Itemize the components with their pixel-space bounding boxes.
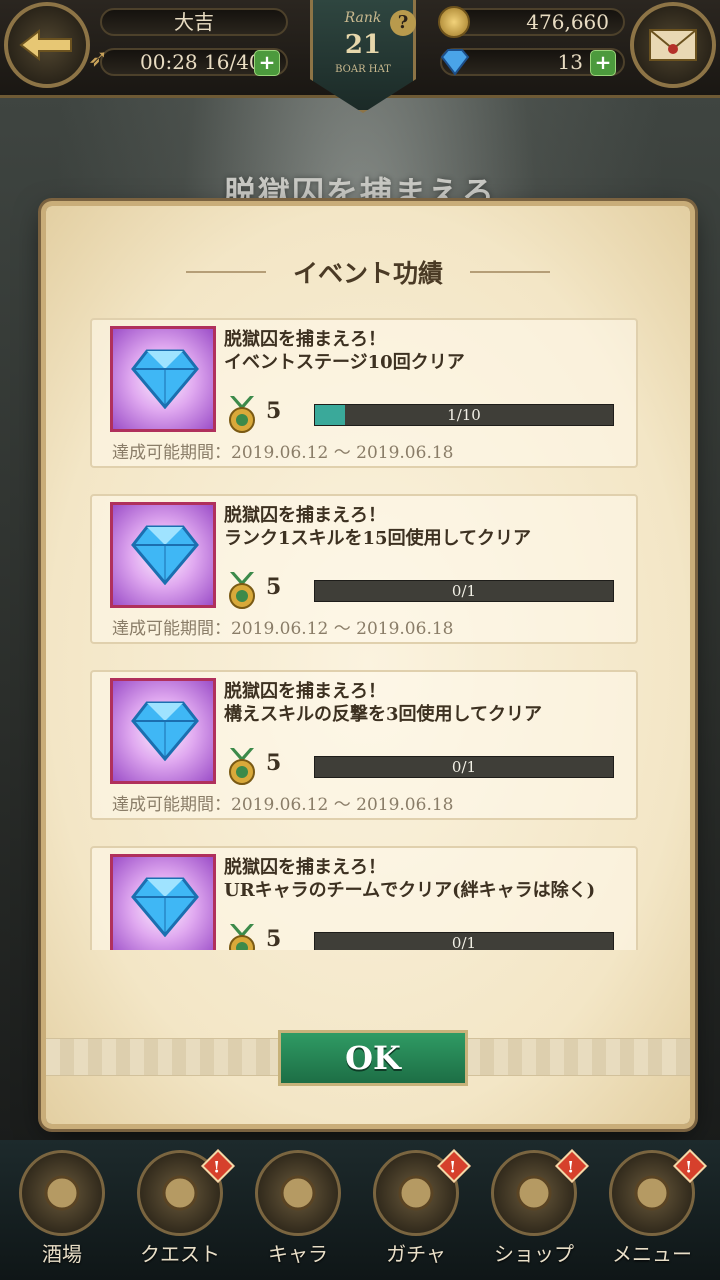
achievement-description: ランク1スキルを15回使用してクリア [224,528,532,549]
alert-mark: ! [685,1157,693,1177]
bottom-navigation: 酒場 クエスト ! キャラ ガチャ ! ショップ ! メニュー ! [0,1140,720,1280]
achievement-list[interactable]: 脱獄囚を捕まえろ！ イベントステージ10回クリア 5 1/10 達成可能期間：2… [90,318,638,950]
nav-item[interactable]: クエスト ! [124,1149,236,1267]
nav-item[interactable]: ガチャ ! [360,1149,472,1267]
achievement-text: 脱獄囚を捕まえろ！ ランク1スキルを15回使用してクリア [224,504,531,550]
reward-count: 5 [266,574,282,600]
achievement-period: 達成可能期間：2019.06.12 ～ 2019.06.18 [112,443,454,463]
back-button[interactable] [4,2,90,88]
achievement-item: 脱獄囚を捕まえろ！ イベントステージ10回クリア 5 1/10 達成可能期間：2… [90,318,638,468]
nav-item[interactable]: 酒場 [6,1150,118,1267]
achievement-description: URキャラのチームでクリア(絆キャラは除く) [224,880,596,901]
player-name: 大吉 [100,8,288,36]
progress-bar: 0/1 [314,756,614,778]
diamond-icon [131,349,199,409]
diamond-icon [131,525,199,585]
achievement-title: 脱獄囚を捕まえろ！ [224,329,386,350]
nav-label: ショップ [494,1242,574,1266]
mail-button[interactable] [630,2,716,88]
alert-badge-icon: ! [437,1149,471,1183]
reward-count: 5 [266,398,282,424]
progress-text: 0/1 [451,758,477,776]
nav-label: クエスト [140,1242,220,1266]
achievement-text: 脱獄囚を捕まえろ！ イベントステージ10回クリア [224,328,465,374]
nav-item[interactable]: キャラ [242,1150,354,1267]
diamond-reward-thumbnail [110,678,216,784]
reward-count: 5 [266,926,282,950]
achievement-text: 脱獄囚を捕まえろ！ 構えスキルの反撃を3回使用してクリア [224,680,542,726]
medal-icon [229,924,255,950]
helmet-icon [255,1150,341,1236]
title-divider-right [470,271,550,273]
achievement-description: 構えスキルの反撃を3回使用してクリア [224,704,542,725]
medal-icon [229,748,255,785]
event-achievement-dialog: イベント功績 脱獄囚を捕まえろ！ イベントステージ10回クリア 5 1/10 達… [46,206,690,1124]
medal-icon [229,572,255,609]
alert-mark: ! [213,1157,221,1177]
alert-badge-icon: ! [201,1149,235,1183]
top-bar: 大吉 ➶ 00:28 16/40 + Rank 21 BOAR HAT ? 47… [0,0,720,113]
nav-label: ガチャ [386,1242,446,1266]
ok-button[interactable]: OK [278,1030,468,1086]
progress-bar: 0/1 [314,580,614,602]
back-arrow-icon [19,28,72,62]
stamina-timer: 00:28 [140,50,198,74]
rank-title: BOAR HAT [335,64,391,75]
nav-label: メニュー [612,1242,692,1266]
progress-text: 0/1 [451,934,477,950]
nav-label: キャラ [268,1242,328,1266]
add-gems-button[interactable]: + [590,50,616,76]
achievement-period: 達成可能期間：2019.06.12 ～ 2019.06.18 [112,619,454,639]
nav-label: 酒場 [42,1242,82,1266]
progress-text: 1/10 [447,406,481,424]
diamond-reward-thumbnail [110,854,216,950]
achievement-item: 脱獄囚を捕まえろ！ URキャラのチームでクリア(絆キャラは除く) 5 0/1 達… [90,846,638,950]
alert-mark: ! [567,1157,575,1177]
progress-bar: 1/10 [314,404,614,426]
achievement-item: 脱獄囚を捕まえろ！ ランク1スキルを15回使用してクリア 5 0/1 達成可能期… [90,494,638,644]
alert-badge-icon: ! [555,1149,589,1183]
achievement-text: 脱獄囚を捕まえろ！ URキャラのチームでクリア(絆キャラは除く) [224,856,595,902]
medal-icon [229,396,255,433]
diamond-reward-thumbnail [110,326,216,432]
achievement-item: 脱獄囚を捕まえろ！ 構えスキルの反撃を3回使用してクリア 5 0/1 達成可能期… [90,670,638,820]
achievement-period: 達成可能期間：2019.06.12 ～ 2019.06.18 [112,795,454,815]
progress-bar: 0/1 [314,932,614,950]
alert-badge-icon: ! [673,1149,707,1183]
gold-coin-icon [438,6,470,38]
diamond-reward-thumbnail [110,502,216,608]
achievement-title: 脱獄囚を捕まえろ！ [224,681,386,702]
add-stamina-button[interactable]: + [254,50,280,76]
progress-text: 0/1 [451,582,477,600]
help-icon[interactable]: ? [390,10,416,36]
diamond-icon [440,49,470,76]
nav-item[interactable]: メニュー ! [596,1149,708,1267]
diamond-icon [131,701,199,761]
dialog-title: イベント功績 [292,259,443,288]
achievement-title: 脱獄囚を捕まえろ！ [224,505,386,526]
achievement-description: イベントステージ10回クリア [224,352,465,373]
stamina-value: 16/40 [204,50,262,74]
alert-mark: ! [449,1157,457,1177]
wing-boot-icon: ➶ [88,44,109,72]
achievement-title: 脱獄囚を捕まえろ！ [224,857,386,878]
nav-item[interactable]: ショップ ! [478,1149,590,1267]
diamond-icon [131,877,199,937]
reward-count: 5 [266,750,282,776]
tavern-icon [19,1150,105,1236]
envelope-icon [649,29,697,61]
